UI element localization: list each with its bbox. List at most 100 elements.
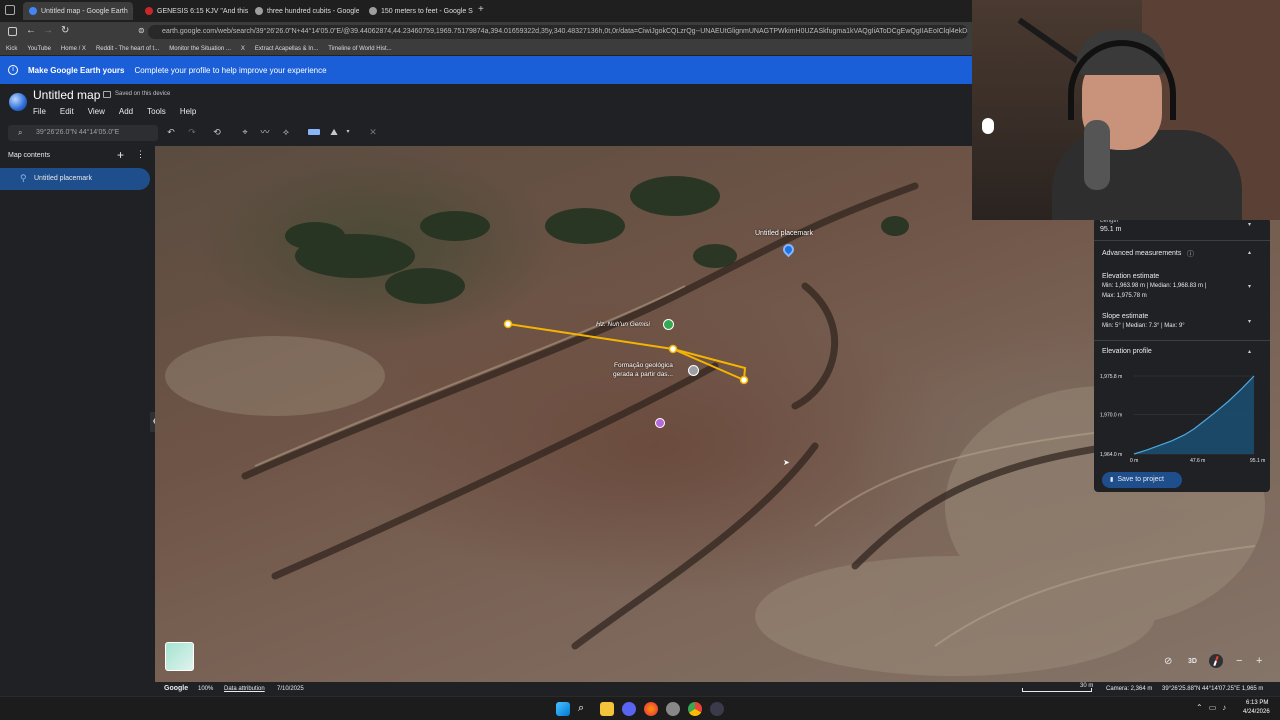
elevation-profile-chart: 1,975.8 m 1,970.0 m 1,964.0 m 0 m 47.6 m 95.1…	[1100, 374, 1265, 464]
x-tick-label: 47.6 m	[1190, 458, 1205, 464]
help-icon[interactable]: ⓘ	[1187, 249, 1194, 259]
banner-title: Make Google Earth yours	[28, 65, 125, 75]
history-icon[interactable]: ⟲	[212, 127, 222, 137]
bookmark-item[interactable]: Kick	[6, 46, 17, 52]
add-placemark-icon[interactable]: ⌖	[240, 127, 250, 137]
menu-item[interactable]: Help	[180, 107, 196, 116]
bookmark-item[interactable]: YouTube	[27, 46, 51, 52]
more-icon[interactable]: ⋮	[136, 149, 145, 160]
ruler-icon[interactable]	[308, 129, 320, 135]
placemark-icon: ⚲	[20, 173, 27, 183]
map-status-bar: Google 100% Data attribution 7/10/2025 3…	[155, 682, 1280, 696]
project-title[interactable]: Untitled map	[33, 88, 100, 102]
zoom-in-icon[interactable]: +	[1256, 655, 1262, 667]
browser-tab[interactable]: GENESIS 6:15 KJV "And this is t✕	[139, 2, 249, 20]
x-tick-label: 0 m	[1130, 458, 1138, 464]
chevron-down-icon[interactable]: ▾	[1248, 221, 1251, 228]
close-tab-icon[interactable]: ✕	[128, 7, 133, 15]
poi-green-icon[interactable]	[663, 319, 674, 330]
measure-icon[interactable]: ⟡	[281, 127, 291, 137]
google-logo: Google	[164, 685, 189, 692]
webcam-overlay	[972, 0, 1280, 220]
poi-label-formation-1: Formação geológica	[614, 362, 673, 369]
chrome-icon[interactable]	[688, 702, 702, 716]
length-value: 95.1 m	[1100, 226, 1122, 233]
redo-icon[interactable]: ↷	[187, 127, 197, 137]
dropdown-icon[interactable]: ▾	[343, 127, 353, 137]
draw-path-icon[interactable]: 〰	[260, 127, 270, 137]
compass-icon[interactable]	[1209, 654, 1223, 668]
microphone	[1084, 120, 1110, 190]
banner-link[interactable]: Complete your profile to help improve yo…	[134, 66, 326, 75]
tools-icon[interactable]: ✕	[368, 127, 378, 137]
save-to-project-button[interactable]: ▮ Save to project	[1102, 472, 1182, 488]
tab-title: GENESIS 6:15 KJV "And this is t	[157, 7, 249, 15]
new-tab-button[interactable]: +	[478, 4, 484, 15]
sidebar-toggle-icon[interactable]	[8, 27, 17, 36]
bookmark-item[interactable]: Reddit - The heart of t...	[96, 46, 159, 52]
divider	[1094, 340, 1270, 341]
sidebar-item-label: Untitled placemark	[34, 175, 92, 182]
menu-item[interactable]: File	[33, 107, 46, 116]
bookmark-item[interactable]: Monitor the Situation ...	[169, 46, 231, 52]
forward-icon[interactable]: →	[43, 25, 53, 36]
url-field[interactable]: earth.google.com/web/search/39°26'26.0"N…	[148, 25, 968, 39]
search-icon[interactable]: ⌕	[578, 702, 592, 716]
slope-value: Min: 5° | Median: 7.3° | Max: 9°	[1102, 323, 1185, 329]
browser-tab-bar: Untitled map - Google Earth✕ GENESIS 6:15…	[0, 0, 972, 22]
menu-item[interactable]: Edit	[60, 107, 74, 116]
mouse-cursor: ➤	[783, 458, 790, 467]
poi-purple-icon[interactable]	[655, 418, 665, 428]
browser-tab[interactable]: three hundred cubits - Google✕	[249, 2, 359, 20]
os-taskbar: ⌕ ⌃▭♪ 6:13 PM 4/24/2026	[0, 696, 1280, 720]
site-info-icon[interactable]: ⊜	[138, 26, 145, 35]
placemark-label: Untitled placemark	[755, 230, 813, 237]
chevron-up-icon[interactable]: ▴	[1248, 249, 1251, 256]
map-style-thumbnail[interactable]	[165, 642, 194, 671]
bookmark-item[interactable]: Extract Acapellas & In...	[255, 46, 318, 52]
settings-icon[interactable]	[666, 702, 680, 716]
tab-strip-icon[interactable]	[5, 5, 15, 15]
obs-icon[interactable]	[710, 702, 724, 716]
undo-icon[interactable]: ↶	[166, 127, 176, 137]
sidebar-item-untitled-placemark[interactable]: ⚲ Untitled placemark	[0, 168, 150, 190]
data-attribution-link[interactable]: Data attribution	[224, 686, 265, 692]
file-explorer-icon[interactable]	[600, 702, 614, 716]
menu-item[interactable]: Add	[119, 107, 133, 116]
poi-gray-icon[interactable]	[688, 365, 699, 376]
chevron-down-icon[interactable]: ▾	[1248, 318, 1251, 325]
slope-title: Slope estimate	[1102, 313, 1149, 320]
bookmark-item[interactable]: X	[241, 46, 245, 52]
tab-title: three hundred cubits - Google	[267, 7, 359, 15]
image-overlay-icon[interactable]: ⛰	[329, 127, 339, 137]
measurement-panel: Length 95.1 m ▾ Advanced measurements ⓘ …	[1094, 218, 1270, 492]
chevron-down-icon[interactable]: ▾	[1248, 283, 1251, 290]
start-icon[interactable]	[556, 702, 570, 716]
layers-off-icon[interactable]: ⊘	[1164, 656, 1172, 667]
menu-item[interactable]: Tools	[147, 107, 166, 116]
back-icon[interactable]: ←	[26, 25, 36, 36]
cursor-coordinates: 39°26'25.88"N 44°14'07.25"E 1,965 m	[1162, 686, 1264, 692]
chevron-up-icon[interactable]: ▴	[1248, 348, 1251, 355]
menu-item[interactable]: View	[88, 107, 105, 116]
browser-tab[interactable]: 150 meters to feet - Google Se✕	[363, 2, 473, 20]
view-mode-button[interactable]: 3D	[1188, 658, 1197, 665]
browser-tab[interactable]: Untitled map - Google Earth✕	[23, 2, 133, 20]
search-input[interactable]: ⌕ 39°26'26.0"N 44°14'05.0"E	[8, 125, 158, 141]
elevation-value: Min: 1,963.98 m | Median: 1,968.83 m |	[1102, 283, 1207, 289]
saved-icon	[103, 91, 111, 98]
reload-icon[interactable]: ↻	[61, 25, 69, 36]
bookmark-item[interactable]: Home / X	[61, 46, 86, 52]
light-bulb	[982, 118, 994, 134]
search-placeholder: 39°26'26.0"N 44°14'05.0"E	[36, 129, 120, 136]
bookmark-item[interactable]: Timeline of World Hist...	[328, 46, 391, 52]
discord-icon[interactable]	[622, 702, 636, 716]
map-contents-sidebar: Map contents + ⋮ ⚲ Untitled placemark ❮	[0, 146, 160, 682]
clock-time: 6:13 PM	[1246, 700, 1269, 706]
zoom-out-icon[interactable]: −	[1236, 655, 1242, 667]
add-icon[interactable]: +	[117, 148, 124, 162]
firefox-icon[interactable]	[644, 702, 658, 716]
tray-icons[interactable]: ⌃▭♪	[1196, 703, 1232, 712]
profile-banner: i Make Google Earth yours Complete your …	[0, 56, 972, 84]
earth-logo-icon[interactable]	[9, 93, 27, 111]
